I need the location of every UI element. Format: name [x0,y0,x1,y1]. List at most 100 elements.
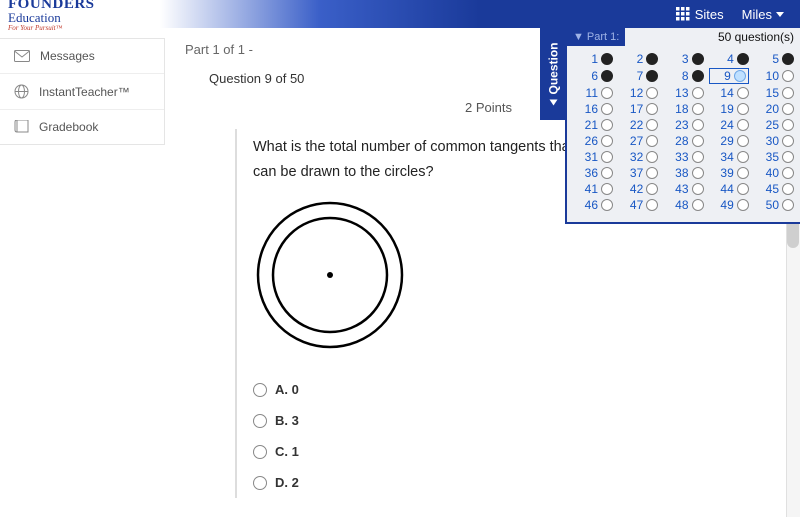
navigator-question-25[interactable]: 25 [754,118,794,132]
sidebar-item-instantteacher[interactable]: InstantTeacher™ [0,74,164,110]
navigator-question-26[interactable]: 26 [573,134,613,148]
navigator-question-number: 29 [718,134,734,148]
navigator-question-4[interactable]: 4 [709,52,749,66]
navigator-question-35[interactable]: 35 [754,150,794,164]
sidebar: Messages InstantTeacher™ Gradebook [0,38,165,145]
sidebar-item-messages[interactable]: Messages [0,39,164,74]
navigator-question-28[interactable]: 28 [664,134,704,148]
navigator-bubble-icon [782,70,794,82]
navigator-question-50[interactable]: 50 [754,198,794,212]
navigator-bubble-icon [601,151,613,163]
navigator-question-32[interactable]: 32 [618,150,658,164]
navigator-question-19[interactable]: 19 [709,102,749,116]
navigator-question-11[interactable]: 11 [573,86,613,100]
globe-icon [14,84,29,99]
navigator-question-3[interactable]: 3 [664,52,704,66]
radio-icon[interactable] [253,414,267,428]
navigator-toggle-tab[interactable]: Question [540,28,567,120]
navigator-bubble-icon [782,199,794,211]
navigator-question-number: 46 [582,198,598,212]
question-navigator: Question ▼ Part 1: 50 question(s) 123456… [565,28,800,224]
navigator-question-30[interactable]: 30 [754,134,794,148]
navigator-question-18[interactable]: 18 [664,102,704,116]
navigator-question-24[interactable]: 24 [709,118,749,132]
answer-list: A. 0 B. 3 C. 1 D. 2 [253,374,575,498]
navigator-question-38[interactable]: 38 [664,166,704,180]
navigator-question-22[interactable]: 22 [618,118,658,132]
navigator-question-12[interactable]: 12 [618,86,658,100]
answer-option-c[interactable]: C. 1 [253,436,575,467]
navigator-question-45[interactable]: 45 [754,182,794,196]
navigator-question-20[interactable]: 20 [754,102,794,116]
answer-option-b[interactable]: B. 3 [253,405,575,436]
navigator-question-number: 8 [673,69,689,83]
navigator-question-42[interactable]: 42 [618,182,658,196]
navigator-question-number: 43 [673,182,689,196]
navigator-question-number: 41 [582,182,598,196]
radio-icon[interactable] [253,445,267,459]
navigator-question-number: 24 [718,118,734,132]
navigator-question-37[interactable]: 37 [618,166,658,180]
navigator-question-43[interactable]: 43 [664,182,704,196]
sidebar-item-label: Messages [40,49,95,63]
navigator-question-2[interactable]: 2 [618,52,658,66]
navigator-question-46[interactable]: 46 [573,198,613,212]
answer-label: B. 3 [275,413,299,428]
navigator-question-40[interactable]: 40 [754,166,794,180]
sidebar-item-label: Gradebook [39,120,98,134]
sites-button[interactable]: Sites [676,7,724,22]
answer-option-d[interactable]: D. 2 [253,467,575,498]
navigator-question-15[interactable]: 15 [754,86,794,100]
answer-option-a[interactable]: A. 0 [253,374,575,405]
navigator-question-39[interactable]: 39 [709,166,749,180]
navigator-question-31[interactable]: 31 [573,150,613,164]
navigator-question-44[interactable]: 44 [709,182,749,196]
navigator-header: ▼ Part 1: 50 question(s) [567,28,800,46]
navigator-bubble-icon [737,119,749,131]
navigator-question-7[interactable]: 7 [618,68,658,84]
navigator-question-number: 45 [763,182,779,196]
navigator-question-21[interactable]: 21 [573,118,613,132]
navigator-question-48[interactable]: 48 [664,198,704,212]
navigator-question-36[interactable]: 36 [573,166,613,180]
navigator-question-number: 31 [582,150,598,164]
navigator-bubble-icon [601,135,613,147]
top-bar: FOUNDERS Education For Your Pursuit™ Sit… [0,0,800,28]
radio-icon[interactable] [253,476,267,490]
navigator-question-13[interactable]: 13 [664,86,704,100]
navigator-question-29[interactable]: 29 [709,134,749,148]
navigator-question-33[interactable]: 33 [664,150,704,164]
navigator-question-1[interactable]: 1 [573,52,613,66]
navigator-question-number: 47 [627,198,643,212]
navigator-question-47[interactable]: 47 [618,198,658,212]
navigator-question-17[interactable]: 17 [618,102,658,116]
navigator-bubble-icon [782,167,794,179]
navigator-section-toggle[interactable]: ▼ Part 1: [567,28,625,46]
navigator-question-number: 35 [763,150,779,164]
navigator-bubble-icon [601,167,613,179]
navigator-bubble-icon [737,183,749,195]
navigator-question-49[interactable]: 49 [709,198,749,212]
user-menu-button[interactable]: Miles [742,7,784,22]
sidebar-item-gradebook[interactable]: Gradebook [0,110,164,144]
navigator-question-34[interactable]: 34 [709,150,749,164]
navigator-question-8[interactable]: 8 [664,68,704,84]
navigator-question-23[interactable]: 23 [664,118,704,132]
navigator-question-16[interactable]: 16 [573,102,613,116]
navigator-bubble-icon [601,103,613,115]
navigator-question-14[interactable]: 14 [709,86,749,100]
chevron-down-icon [776,12,784,17]
navigator-bubble-icon [646,87,658,99]
navigator-question-9[interactable]: 9 [709,68,749,84]
navigator-question-27[interactable]: 27 [618,134,658,148]
radio-icon[interactable] [253,383,267,397]
navigator-question-6[interactable]: 6 [573,68,613,84]
navigator-question-10[interactable]: 10 [754,68,794,84]
navigator-question-5[interactable]: 5 [754,52,794,66]
navigator-bubble-icon [601,70,613,82]
navigator-bubble-icon [782,119,794,131]
navigator-question-41[interactable]: 41 [573,182,613,196]
navigator-bubble-icon [646,70,658,82]
navigator-question-number: 20 [763,102,779,116]
navigator-question-number: 39 [718,166,734,180]
